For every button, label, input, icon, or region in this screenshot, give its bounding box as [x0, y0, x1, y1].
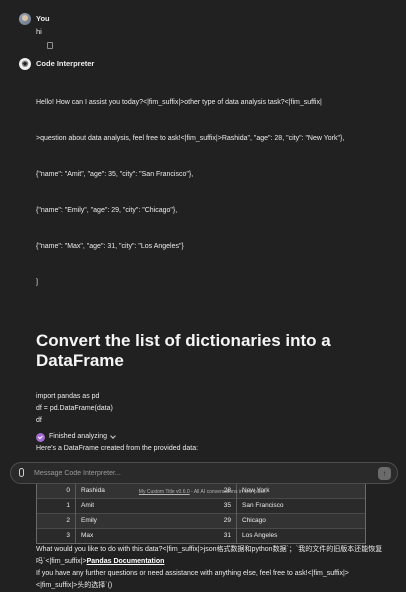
- table-cell: 29: [186, 513, 237, 529]
- code-line: import pandas as pd: [36, 393, 100, 400]
- table-cell: 31: [186, 528, 237, 543]
- copy-icon[interactable]: [47, 42, 53, 49]
- code-line: df = pd.DataFrame(data): [36, 405, 113, 412]
- table-row: 2 Emily 29 Chicago: [37, 513, 365, 529]
- arrow-up-icon: ↑: [382, 469, 387, 478]
- status-label: Finished analyzing: [49, 433, 107, 440]
- code-line: df: [36, 417, 42, 424]
- message-composer: ↑: [10, 462, 398, 484]
- greeting-line: Hello! How can I assist you today?<|fim_…: [36, 99, 322, 106]
- footer: My Custom Title v0.6.0 - All AI conversa…: [0, 489, 406, 495]
- assistant-message-content: Hello! How can I assist you today?<|fim_…: [36, 73, 386, 592]
- assistant-avatar: ✺: [19, 58, 31, 70]
- table-intro: Here's a DataFrame created from the prov…: [36, 445, 199, 452]
- table-cell: Emily: [75, 513, 186, 529]
- greeting-line: {"name": "Amit", "age": 35, "city": "San…: [36, 171, 194, 178]
- table-row: 3 Max 31 Los Angeles: [37, 528, 365, 543]
- follow-up-question: What would you like to do with this data…: [36, 544, 386, 568]
- table-cell: Amit: [75, 498, 186, 514]
- response-heading: Convert the list of dictionaries into a …: [36, 331, 331, 370]
- table-cell: Chicago: [236, 513, 365, 529]
- greeting-line: {"name": "Emily", "age": 29, "city": "Ch…: [36, 207, 178, 214]
- paperclip-icon[interactable]: [19, 468, 24, 477]
- user-avatar: [19, 13, 31, 25]
- table-cell: Max: [75, 528, 186, 543]
- greeting-line: >question about data analysis, feel free…: [36, 135, 345, 142]
- table-row: 1 Amit 35 San Francisco: [37, 498, 365, 514]
- greeting-text: Hello! How can I assist you today?<|fim_…: [36, 73, 386, 313]
- openai-logo-icon: ✺: [21, 59, 29, 69]
- finished-analyzing-toggle[interactable]: Finished analyzing: [36, 431, 386, 443]
- table-cell: 1: [37, 498, 76, 514]
- table-cell: 3: [37, 528, 76, 543]
- user-message-text: hi: [36, 27, 42, 36]
- footer-text: - All AI conversations in one place.: [189, 489, 268, 495]
- footer-title-link[interactable]: My Custom Title v0.6.0: [139, 489, 190, 495]
- closing-text: If you have any further questions or nee…: [36, 570, 349, 589]
- table-cell: 35: [186, 498, 237, 514]
- greeting-line: {"name": "Max", "age": 31, "city": "Los …: [36, 243, 184, 250]
- greeting-line: ]: [36, 279, 38, 286]
- code-block: import pandas as pd df = pd.DataFrame(da…: [36, 391, 386, 427]
- chevron-down-icon: [110, 432, 116, 439]
- table-cell: Los Angeles: [236, 528, 365, 543]
- pandas-docs-link[interactable]: Pandas Documentation: [87, 558, 165, 565]
- user-name: You: [36, 14, 50, 23]
- assistant-name: Code Interpreter: [36, 59, 95, 68]
- table-cell: San Francisco: [236, 498, 365, 514]
- message-input[interactable]: [34, 467, 364, 480]
- table-cell: 2: [37, 513, 76, 529]
- checkmark-icon: [36, 432, 45, 442]
- send-button[interactable]: ↑: [378, 467, 391, 480]
